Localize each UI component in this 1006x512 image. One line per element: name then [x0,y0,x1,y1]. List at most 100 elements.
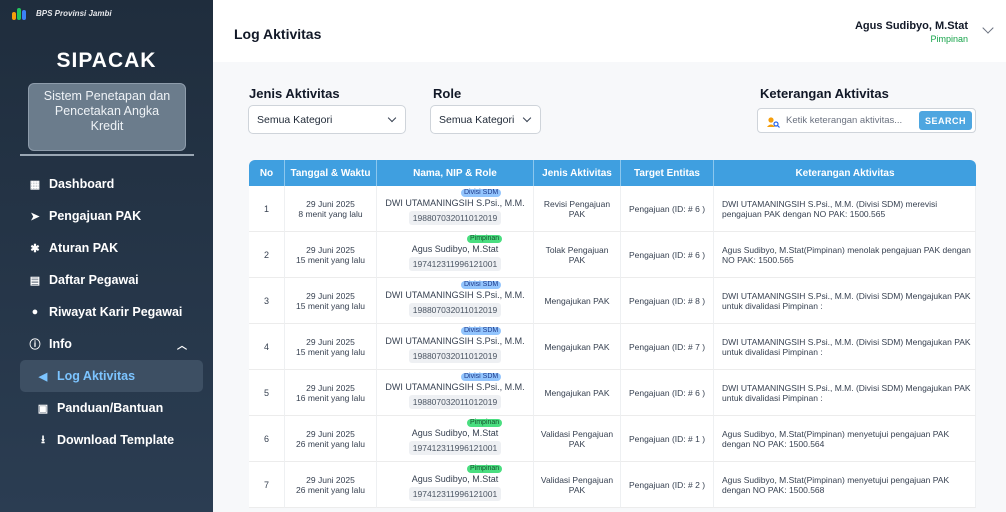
date-cell: 29 Juni 2025 26 menit yang lalu [285,462,377,508]
role-badge: Divisi SDM [461,373,502,381]
target-entity: Pengajuan (ID: # 8 ) [621,278,714,324]
user-nip: 197412311996121001 [408,441,502,455]
table-row: 7 29 Juni 2025 26 menit yang lalu Pimpinan A… [249,462,976,508]
row-number: 7 [249,462,285,508]
sidebar-item-pengajuan-pak[interactable]: ➤ Pengajuan PAK [0,200,213,232]
search-button[interactable]: SEARCH [919,111,972,130]
activity-type: Validasi Pengajuan PAK [534,416,621,462]
activity-description: DWI UTAMANINGSIH S.Psi., M.M. (Divisi SD… [714,370,976,416]
activity-description: Agus Sudibyo, M.Stat(Pimpinan) menolak p… [714,232,976,278]
role-badge: Divisi SDM [461,327,502,335]
activity-description: DWI UTAMANINGSIH S.Psi., M.M. (Divisi SD… [714,324,976,370]
sidebar-item-label: Riwayat Karir Pegawai [49,305,183,319]
org-name: BPS Provinsi Jambi [36,8,112,18]
send-icon: ➤ [30,210,40,223]
role-value: Semua Kategori [439,113,515,126]
row-number: 6 [249,416,285,462]
target-entity: Pengajuan (ID: # 7 ) [621,324,714,370]
user-full-name: Agus Sudibyo, M.Stat [411,474,499,484]
table-header-row: No Tanggal & Waktu Nama, NIP & Role Jeni… [249,160,976,186]
activity-time-ago: 26 menit yang lalu [296,438,365,449]
column-header: Jenis Aktivitas [534,160,621,186]
activity-log-table: No Tanggal & Waktu Nama, NIP & Role Jeni… [249,160,976,508]
activity-date: 29 Juni 2025 [306,244,355,255]
date-cell: 29 Juni 2025 16 menit yang lalu [285,370,377,416]
table-row: 5 29 Juni 2025 16 menit yang lalu Divisi SD… [249,370,976,416]
jenis-aktivitas-select[interactable]: Semua Kategori [248,105,406,134]
sidebar-divider [20,154,194,156]
user-nip: 198807032011012019 [408,303,502,317]
column-header: Keterangan Aktivitas [714,160,976,186]
user-menu[interactable]: Agus Sudibyo, M.Stat Pimpinan [855,20,968,44]
user-full-name: DWI UTAMANINGSIH S.Psi., M.M. [385,336,525,346]
date-cell: 29 Juni 2025 26 menit yang lalu [285,416,377,462]
activity-time-ago: 15 menit yang lalu [296,300,365,311]
activity-time-ago: 26 menit yang lalu [296,484,365,495]
name-cell: Pimpinan Agus Sudibyo, M.Stat 197412311996… [377,416,534,462]
date-cell: 29 Juni 2025 15 menit yang lalu [285,278,377,324]
sidebar-item-dashboard[interactable]: ▦ Dashboard [0,168,213,200]
role-select[interactable]: Semua Kategori [430,105,541,134]
column-header: Tanggal & Waktu [285,160,377,186]
role-badge: Pimpinan [467,465,503,473]
sidebar-item-label: Aturan PAK [49,241,119,255]
sidebar-item-info[interactable]: ⓘ Info ︿ [0,328,213,360]
app-title: SIPACAK [56,49,157,72]
name-cell: Divisi SDM DWI UTAMANINGSIH S.Psi., M.M. 1… [377,370,534,416]
user-name: Agus Sudibyo, M.Stat [854,20,968,32]
search-input[interactable] [784,114,913,127]
chevron-down-icon[interactable] [982,22,994,34]
sidebar-item-daftar-pegawai[interactable]: ▤ Daftar Pegawai [0,264,213,296]
name-cell: Pimpinan Agus Sudibyo, M.Stat 197412311996… [377,232,534,278]
user-nip: 198807032011012019 [408,395,502,409]
date-cell: 29 Juni 2025 8 menit yang lalu [285,186,377,232]
sidebar-nav: ▦ Dashboard ➤ Pengajuan PAK ✱ Aturan PAK… [0,168,213,456]
activity-date: 29 Juni 2025 [306,290,355,301]
gear-icon: ✱ [30,242,40,255]
activity-date: 29 Juni 2025 [306,198,355,209]
page-title: Log Aktivitas [234,26,322,42]
activity-type: Mengajukan PAK [534,370,621,416]
activity-time-ago: 8 menit yang lalu [298,208,363,219]
table-row: 4 29 Juni 2025 15 menit yang lalu Divisi SD… [249,324,976,370]
row-number: 1 [249,186,285,232]
table-row: 6 29 Juni 2025 26 menit yang lalu Pimpinan A… [249,416,976,462]
bps-logo-icon [12,6,30,20]
activity-date: 29 Juni 2025 [306,474,355,485]
activity-time-ago: 15 menit yang lalu [296,254,365,265]
row-number: 2 [249,232,285,278]
megaphone-icon: ◀ [38,370,48,383]
sidebar-item-label: Dashboard [49,177,115,191]
user-nip: 198807032011012019 [408,211,502,225]
user-full-name: DWI UTAMANINGSIH S.Psi., M.M. [385,198,525,208]
sidebar-item-panduan[interactable]: ▣ Panduan/Bantuan [0,392,213,424]
activity-date: 29 Juni 2025 [306,428,355,439]
sidebar-item-label: Pengajuan PAK [49,209,142,223]
target-entity: Pengajuan (ID: # 6 ) [621,186,714,232]
role-badge: Pimpinan [467,235,503,243]
sidebar-item-label: Log Aktivitas [57,369,136,383]
target-entity: Pengajuan (ID: # 2 ) [621,462,714,508]
sidebar-item-label: Panduan/Bantuan [57,401,164,415]
book-icon: ▣ [37,402,49,415]
sidebar-item-riwayat-karir[interactable]: ● Riwayat Karir Pegawai [0,296,213,328]
user-nip: 198807032011012019 [408,349,502,363]
date-cell: 29 Juni 2025 15 menit yang lalu [285,324,377,370]
user-search-icon [766,115,780,128]
table-row: 2 29 Juni 2025 15 menit yang lalu Pimpinan A… [249,232,976,278]
user-full-name: DWI UTAMANINGSIH S.Psi., M.M. [385,382,525,392]
table-row: 3 29 Juni 2025 15 menit yang lalu Divisi SD… [249,278,976,324]
target-entity: Pengajuan (ID: # 1 ) [621,416,714,462]
users-icon: ● [31,306,39,318]
sidebar-item-log-aktivitas[interactable]: ◀ Log Aktivitas [20,360,203,392]
user-nip: 197412311996121001 [408,257,502,271]
chevron-down-icon [387,113,397,123]
sidebar-item-aturan-pak[interactable]: ✱ Aturan PAK [0,232,213,264]
sidebar-item-label: Daftar Pegawai [49,273,139,287]
user-full-name: Agus Sudibyo, M.Stat [411,244,499,254]
download-icon: ⭳ [41,433,45,446]
app-subtitle: Sistem Penetapan dan Pencetakan Angka Kr… [28,83,186,151]
sidebar-item-download-template[interactable]: ⭳ Download Template [0,424,213,456]
user-nip: 197412311996121001 [408,487,502,501]
role-badge: Divisi SDM [461,281,502,289]
